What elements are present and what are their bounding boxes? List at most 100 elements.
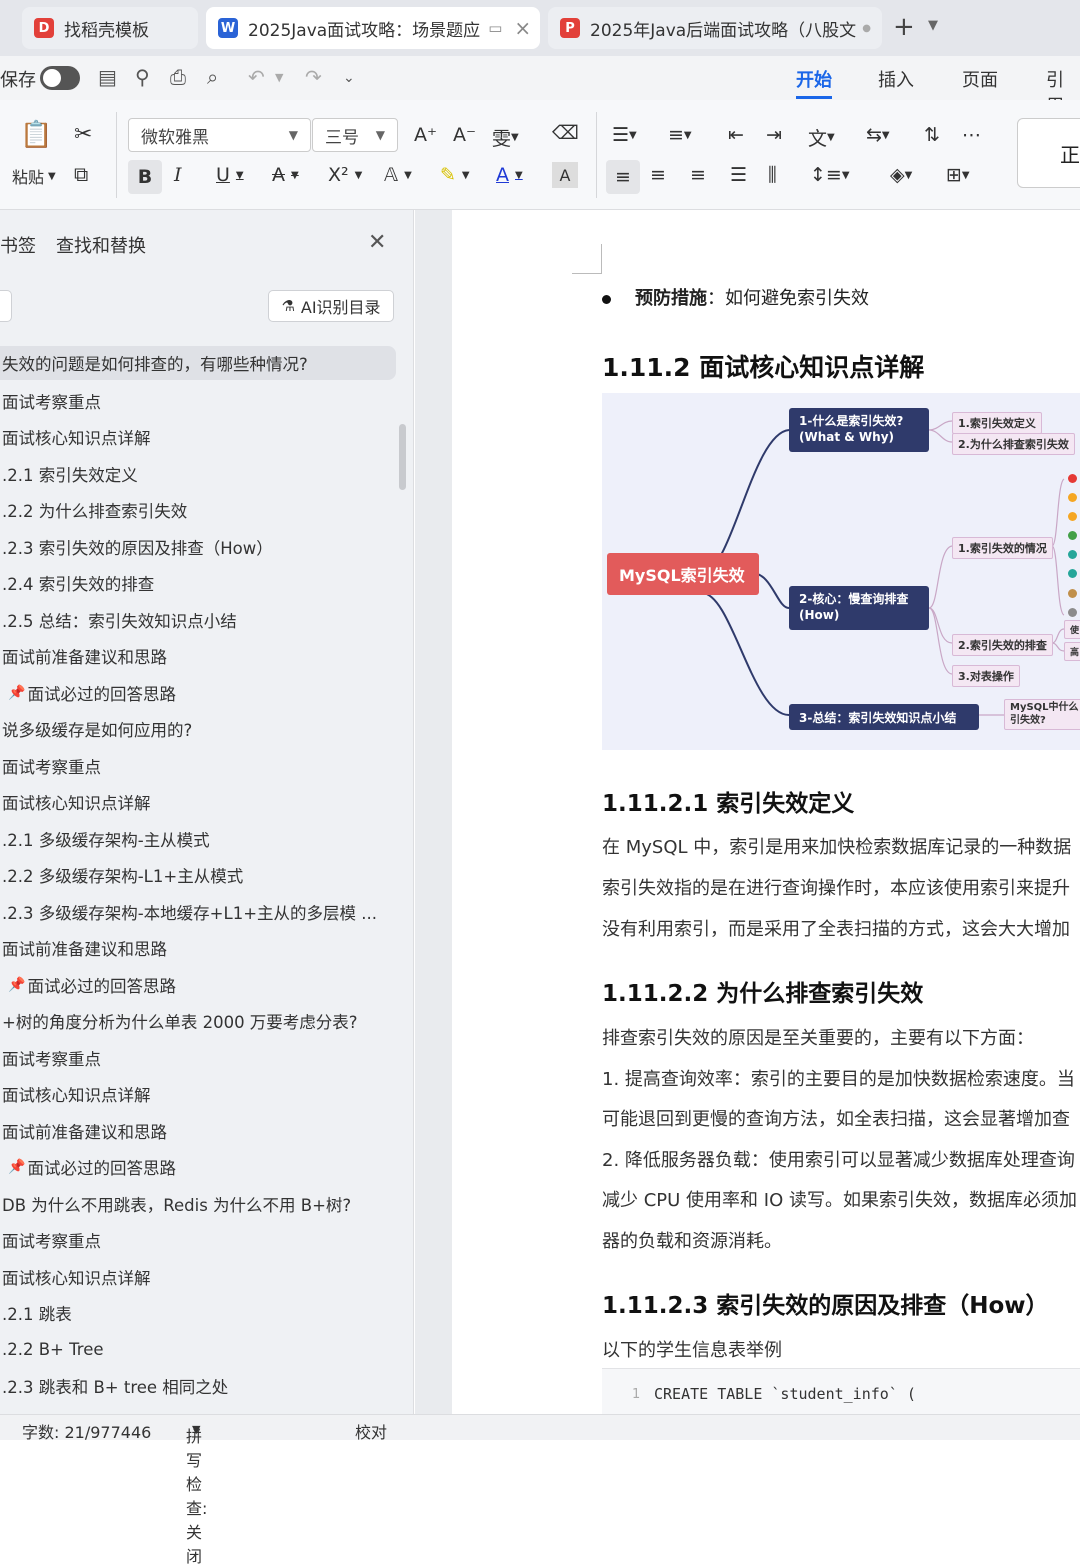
style-gallery[interactable]: 正	[1017, 118, 1080, 188]
toc-item[interactable]: .2.1 索引失效定义	[0, 456, 396, 493]
toc-item[interactable]: DB 为什么不用跳表，Redis 为什么不用 B+树?	[0, 1186, 396, 1223]
tab-java-interview-doc[interactable]: W 2025Java面试攻略：场景题应 ▭ ×	[206, 7, 540, 49]
chevron-down-icon[interactable]: ⌄	[343, 70, 355, 86]
toc-item[interactable]: .2.1 多级缓存架构-主从模式	[0, 821, 396, 858]
menu-tab-page[interactable]: 页面	[962, 66, 998, 92]
increase-indent-icon[interactable]: ⇥	[766, 124, 782, 146]
cut-icon[interactable]: ✂	[74, 122, 92, 147]
word-count[interactable]: 字数: 21/977446	[22, 1419, 151, 1443]
underline-button[interactable]: U ▼	[216, 164, 244, 186]
autosave-toggle[interactable]	[40, 66, 80, 90]
scrollbar[interactable]	[399, 424, 406, 490]
tab-bookmarks[interactable]: 书签	[0, 232, 36, 258]
sort-icon[interactable]: ⇅	[924, 124, 940, 146]
toc-item[interactable]: .2.2 B+ Tree	[0, 1332, 396, 1369]
format-painter-quick-icon[interactable]: ⚲	[135, 65, 150, 89]
toc-item[interactable]: 面试前准备建议和思路	[0, 638, 396, 675]
align-left-button[interactable]: ≡	[606, 160, 640, 194]
toc-item[interactable]: 面试核心知识点详解	[0, 1259, 396, 1296]
toc-item[interactable]: .2.3 跳表和 B+ tree 相同之处	[0, 1368, 396, 1405]
chinese-layout-icon[interactable]: 文 ▼	[808, 124, 835, 151]
toc-item[interactable]: .2.3 多级缓存架构-本地缓存+L1+主从的多层模 ...	[0, 894, 396, 931]
toc-item[interactable]: 面试考察重点	[0, 1040, 396, 1077]
align-right-button[interactable]: ≡	[690, 164, 706, 186]
line-spacing-icon[interactable]: ↕≡ ▼	[810, 164, 850, 186]
strikethrough-button[interactable]: A ▼	[272, 164, 299, 186]
redo-icon[interactable]: ↷	[305, 65, 322, 89]
toc-item[interactable]: 说多级缓存是如何应用的?	[0, 711, 396, 748]
font-size-select[interactable]: 三号 ▼	[312, 118, 398, 152]
toc-item[interactable]: 📌 面试必过的回答思路	[0, 967, 396, 1004]
toc-item[interactable]: 面试考察重点	[0, 748, 396, 785]
font-family-select[interactable]: 微软雅黑 ▼	[128, 118, 311, 152]
close-icon[interactable]: ✕	[368, 230, 386, 255]
new-tab-button[interactable]: +	[893, 12, 915, 42]
superscript-button[interactable]: X² ▼	[328, 164, 362, 186]
show-marks-icon[interactable]: ⋯	[962, 124, 981, 146]
shading-icon[interactable]: ◈ ▼	[890, 164, 912, 186]
toc-item[interactable]: 📌 面试必过的回答思路	[0, 1149, 396, 1186]
toc-item[interactable]: 面试前准备建议和思路	[0, 1113, 396, 1150]
distribute-button[interactable]: ⫼	[768, 164, 777, 186]
collapse-button[interactable]	[0, 290, 12, 322]
tab-java-backend-pdf[interactable]: P 2025年Java后端面试攻略（八股文 ●	[548, 7, 882, 49]
paste-button[interactable]: 粘贴 ▼	[12, 164, 56, 188]
tab-docer-templates[interactable]: D 找稻壳模板	[22, 7, 198, 49]
bold-button[interactable]: B	[128, 160, 162, 194]
toc-item[interactable]: 失效的问题是如何排查的，有哪些种情况?	[0, 346, 396, 380]
paste-icon[interactable]: 📋	[20, 120, 52, 150]
toc-item-label: 面试前准备建议和思路	[2, 940, 167, 960]
toc-item[interactable]: 面试核心知识点详解	[0, 784, 396, 821]
toc-item[interactable]: 面试前准备建议和思路	[0, 930, 396, 967]
highlight-button[interactable]: ✎ ▼	[440, 164, 470, 186]
grow-font-icon[interactable]: A⁺	[414, 124, 437, 146]
shrink-font-icon[interactable]: A⁻	[453, 124, 476, 146]
print-icon[interactable]: ⎙	[170, 65, 186, 89]
document-page[interactable]: 预防措施：如何避免索引失效 1.11.2 面试核心知识点详解 MySQL索引失效…	[452, 210, 1080, 1414]
ai-toc-button[interactable]: ⚗ AI识别目录	[268, 290, 394, 322]
decrease-indent-icon[interactable]: ⇤	[728, 124, 744, 146]
toc-item[interactable]: 面试核心知识点详解	[0, 1076, 396, 1113]
monitor-icon[interactable]: ▭	[488, 19, 502, 37]
toc-item[interactable]: 面试考察重点	[0, 1222, 396, 1259]
numbered-list-icon[interactable]: ≡ ▼	[668, 124, 692, 146]
toc-item[interactable]: .2.3 索引失效的原因及排查（How）	[0, 529, 396, 566]
char-shading-button[interactable]: A	[552, 162, 578, 188]
toc-item-label: 面试考察重点	[2, 1049, 101, 1069]
save-icon[interactable]: ▤	[98, 65, 117, 89]
toc-item[interactable]: 📌 面试必过的回答思路	[0, 675, 396, 712]
status-dot-icon	[1068, 493, 1077, 502]
toc-item[interactable]: .2.1 跳表	[0, 1295, 396, 1332]
toc-item[interactable]: .2.4 索引失效的排查	[0, 565, 396, 602]
ribbon-menu-bar: 保存 ▤ ⚲ ⎙ ⌕ ↶ ▼ ↷ ⌄ 开始 插入 页面 引用	[0, 56, 1080, 117]
code-block[interactable]: 1 CREATE TABLE `student_info` (	[602, 1368, 1080, 1414]
justify-button[interactable]: ☰	[730, 164, 747, 186]
font-color-button[interactable]: A ▼	[496, 164, 523, 186]
toc-item[interactable]: .2.5 总结：索引失效知识点小结	[0, 602, 396, 639]
chevron-down-icon[interactable]: ▼	[928, 18, 938, 33]
tab-find-replace[interactable]: 查找和替换	[56, 232, 146, 258]
phonetic-guide-icon[interactable]: 雯 ▼	[492, 124, 519, 151]
toc-item[interactable]: .2.2 为什么排查索引失效	[0, 492, 396, 529]
italic-button[interactable]: I	[174, 164, 182, 186]
border-icon[interactable]: ⊞ ▼	[946, 164, 970, 186]
toc-item[interactable]: +树的角度分析为什么单表 2000 万要考虑分表?	[0, 1003, 396, 1040]
close-icon[interactable]: ×	[514, 16, 531, 40]
undo-icon[interactable]: ↶	[248, 65, 265, 89]
menu-tab-insert[interactable]: 插入	[878, 66, 914, 92]
toc-item[interactable]: 面试考察重点	[0, 383, 396, 420]
menu-tab-home[interactable]: 开始	[796, 66, 832, 99]
formatting-toolbar: 📋 ✂ 粘贴 ▼ ⧉ 微软雅黑 ▼ 三号 ▼ A⁺ A⁻ 雯 ▼ ⌫ B I U ▼ A ▼…	[0, 100, 1080, 210]
divider	[116, 112, 117, 198]
text-direction-icon[interactable]: ⇆ ▼	[866, 124, 890, 146]
text-effect-button[interactable]: 𝔸 ▼	[384, 164, 412, 186]
toc-item[interactable]: .2.2 多级缓存架构-L1+主从模式	[0, 857, 396, 894]
copy-icon[interactable]: ⧉	[74, 162, 88, 186]
undo-dropdown-icon[interactable]: ▼	[275, 71, 283, 84]
bullet-list-icon[interactable]: ☰ ▼	[612, 124, 637, 146]
proofread-button[interactable]: 校对	[355, 1419, 387, 1443]
align-center-button[interactable]: ≡	[650, 164, 666, 186]
clear-format-icon[interactable]: ⌫	[552, 122, 579, 144]
toc-item[interactable]: 面试核心知识点详解	[0, 419, 396, 456]
print-preview-icon[interactable]: ⌕	[207, 65, 218, 89]
